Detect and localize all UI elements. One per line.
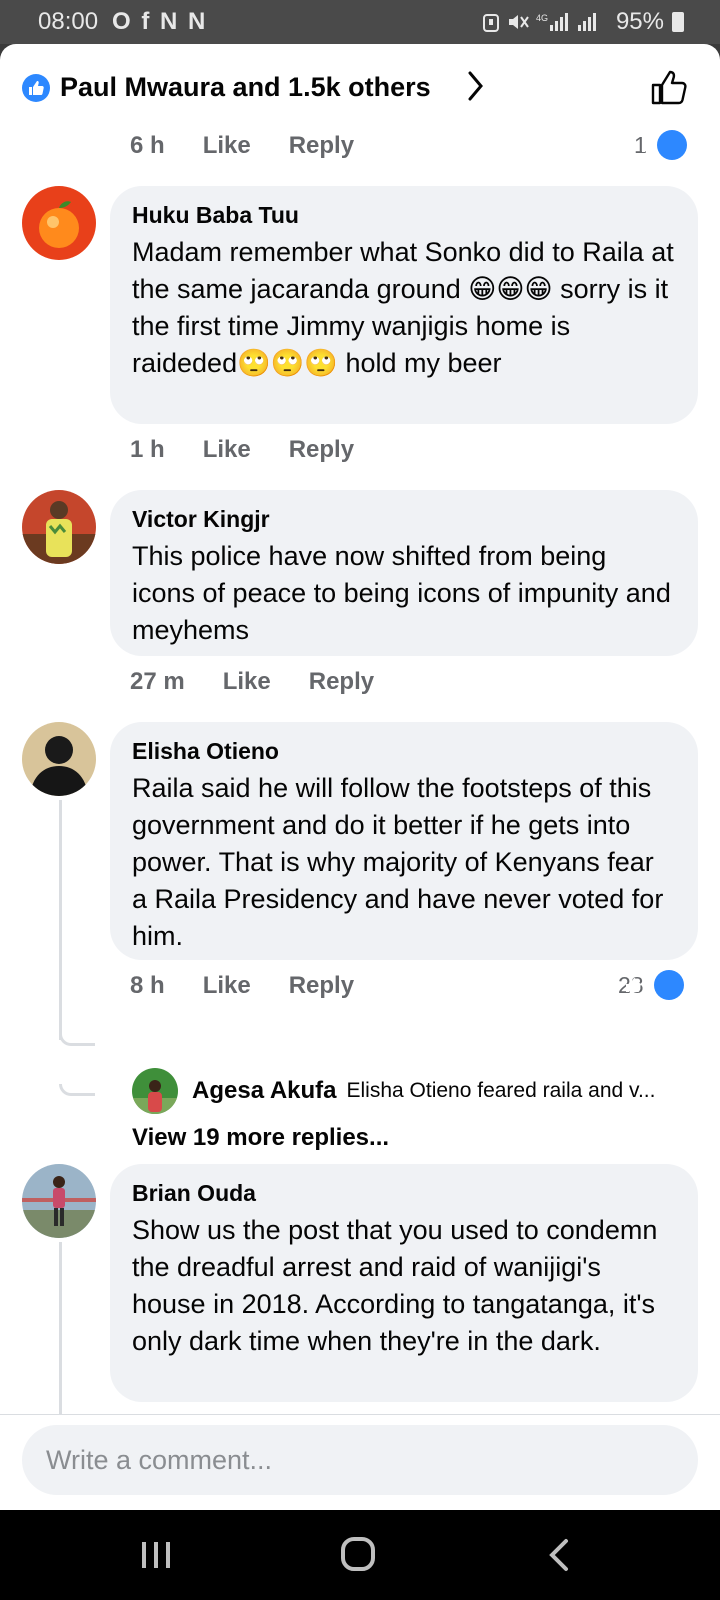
avatar[interactable] <box>22 722 96 796</box>
like-button[interactable]: Like <box>203 972 251 1000</box>
reply-button[interactable]: Reply <box>309 668 374 696</box>
reaction-count[interactable]: 1 <box>634 130 687 160</box>
signal-icon: 4G <box>536 13 596 31</box>
reply-button[interactable]: Reply <box>289 436 354 464</box>
comment-bubble[interactable]: Elisha Otieno Raila said he will follow … <box>110 722 698 960</box>
alarm-icon <box>482 14 499 32</box>
thread-line <box>59 800 62 1040</box>
battery-icon <box>672 12 684 32</box>
comment-composer-area: Write a comment... <box>0 1414 720 1510</box>
comment-meta: 27 m Like Reply <box>130 668 412 696</box>
recent-apps-icon[interactable] <box>140 1540 172 1570</box>
home-icon[interactable] <box>340 1536 376 1572</box>
like-button[interactable]: Like <box>203 436 251 464</box>
avatar[interactable] <box>22 490 96 564</box>
comment-input[interactable]: Write a comment... <box>22 1425 698 1495</box>
comment-meta: 6 h Like Reply <box>130 132 392 160</box>
comment-text: Madam remember what Sonko did to Raila a… <box>132 237 674 378</box>
view-more-replies[interactable]: View 19 more replies... <box>132 1124 389 1152</box>
comment-bubble[interactable]: Huku Baba Tuu Madam remember what Sonko … <box>110 186 698 424</box>
mute-icon <box>508 15 529 29</box>
thread-line <box>59 1242 62 1418</box>
like-reaction-icon <box>22 74 50 102</box>
like-button[interactable]: Like <box>203 132 251 160</box>
system-nav-bar <box>0 1510 720 1600</box>
reply-avatar[interactable] <box>132 1068 178 1114</box>
reply-text: Elisha Otieno feared raila and v... <box>346 1079 656 1102</box>
comment-meta: 1 h Like Reply <box>130 436 392 464</box>
comment-time: 8 h <box>130 972 165 999</box>
back-icon[interactable] <box>548 1538 570 1572</box>
notification-icons: O f N N <box>112 8 208 35</box>
chevron-right-icon[interactable] <box>468 70 484 102</box>
like-reaction-icon <box>642 130 687 160</box>
comment-meta: 8 h Like Reply <box>130 972 392 1000</box>
comment-bubble[interactable]: Victor Kingjr This police have now shift… <box>110 490 698 656</box>
thread-connector <box>59 1034 95 1046</box>
commenter-name[interactable]: Brian Ouda <box>132 1178 676 1208</box>
comment-time: 27 m <box>130 668 185 695</box>
reply-preview[interactable]: Agesa Akufa Elisha Otieno feared raila a… <box>132 1068 702 1114</box>
status-bar: 08:00 O f N N 4G 95% <box>0 0 720 44</box>
thread-connector <box>59 1084 95 1096</box>
like-reaction-icon <box>626 970 684 1000</box>
comment-time: 1 h <box>130 436 165 463</box>
reply-button[interactable]: Reply <box>289 972 354 1000</box>
reactions-header[interactable]: Paul Mwaura and 1.5k others <box>0 44 720 130</box>
status-time: 08:00 <box>38 8 99 35</box>
reaction-count[interactable]: 28 <box>618 970 684 1000</box>
avatar[interactable] <box>22 1164 96 1238</box>
comments-sheet: Paul Mwaura and 1.5k others 6 h Like Rep… <box>0 44 720 1510</box>
comment-time: 6 h <box>130 132 165 159</box>
status-right: 4G 95% <box>482 8 684 36</box>
avatar[interactable] <box>22 186 96 260</box>
battery-percent: 95% <box>615 8 664 35</box>
reactors-summary[interactable]: Paul Mwaura and 1.5k others <box>60 72 431 103</box>
comment-text: This police have now shifted from being … <box>132 541 671 645</box>
reply-author[interactable]: Agesa Akufa <box>192 1077 337 1105</box>
reply-button[interactable]: Reply <box>289 132 354 160</box>
thumbs-up-icon[interactable] <box>650 68 688 106</box>
commenter-name[interactable]: Huku Baba Tuu <box>132 200 676 230</box>
commenter-name[interactable]: Elisha Otieno <box>132 736 676 766</box>
svg-text:4G: 4G <box>536 13 548 23</box>
comment-text: Show us the post that you used to condem… <box>132 1215 658 1356</box>
comment-bubble[interactable]: Brian Ouda Show us the post that you use… <box>110 1164 698 1402</box>
like-button[interactable]: Like <box>223 668 271 696</box>
commenter-name[interactable]: Victor Kingjr <box>132 504 676 534</box>
comment-text: Raila said he will follow the footsteps … <box>132 773 664 951</box>
